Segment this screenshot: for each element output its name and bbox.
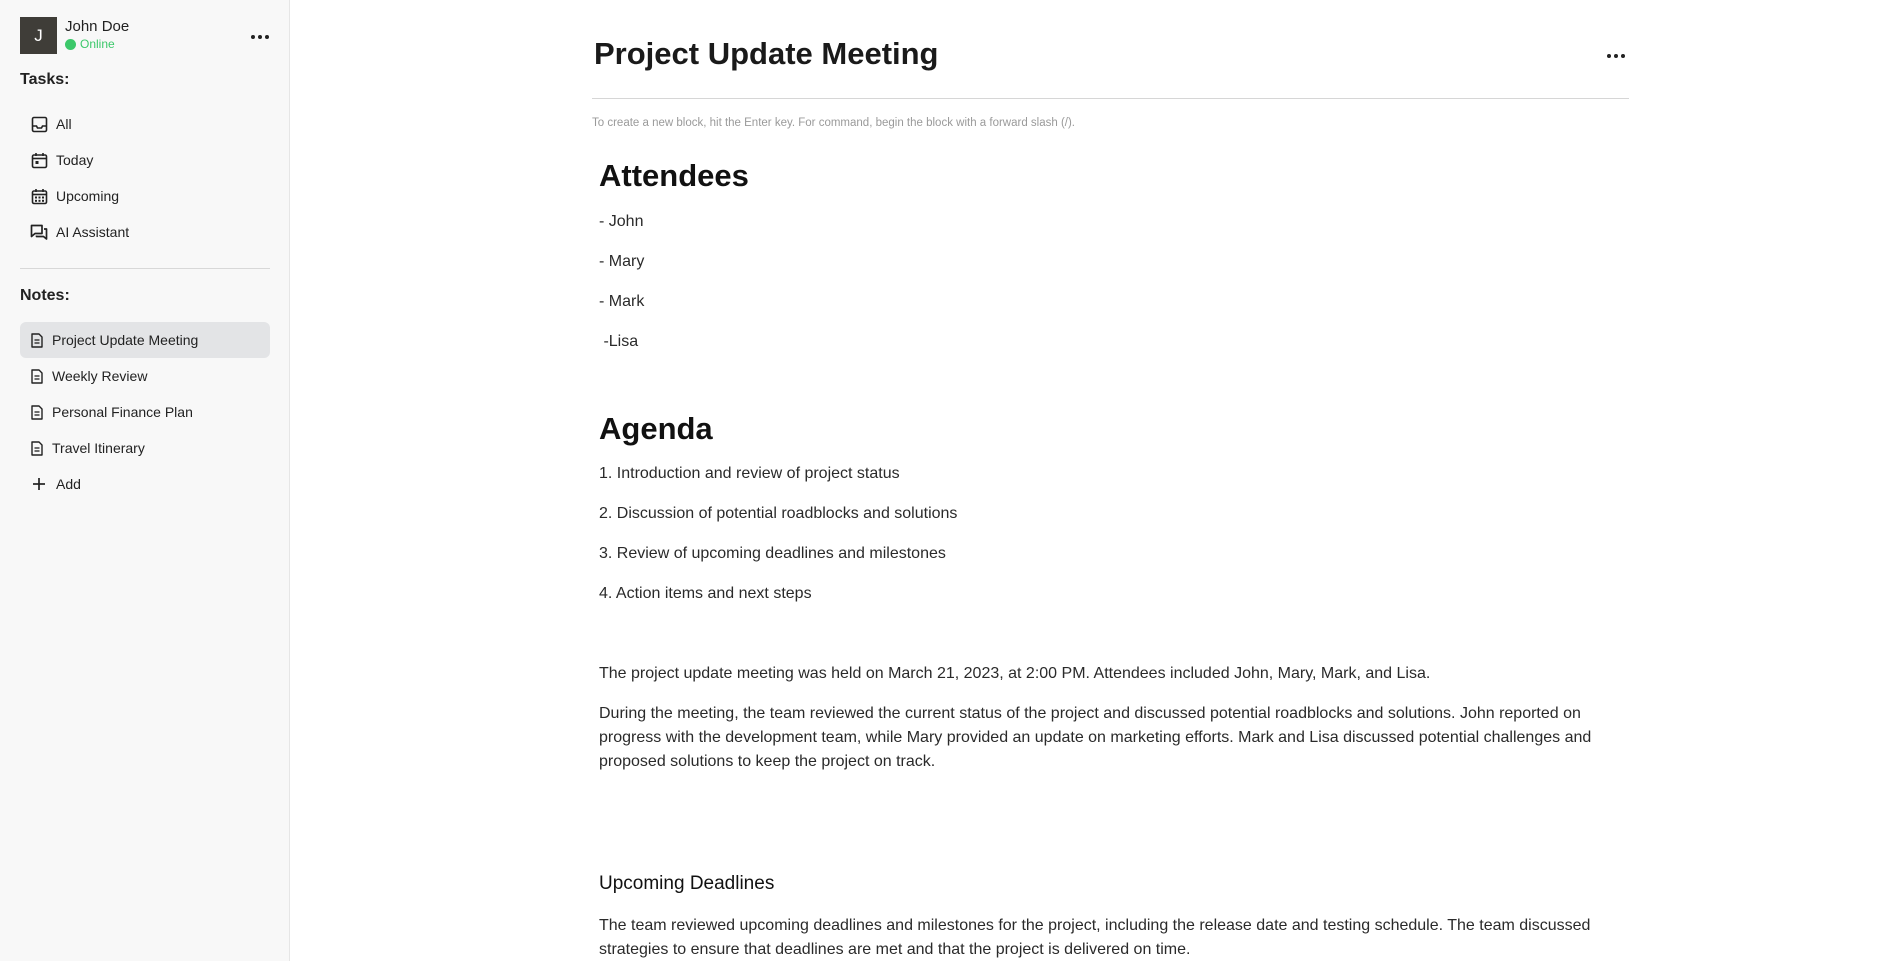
add-note-button[interactable]: Add: [20, 467, 270, 501]
attendees-heading[interactable]: Attendees: [599, 158, 749, 194]
agenda-item[interactable]: 3. Review of upcoming deadlines and mile…: [599, 542, 946, 566]
note-item-travel-itinerary[interactable]: Travel Itinerary: [20, 431, 270, 465]
sidebar-item-all[interactable]: All: [20, 107, 270, 141]
note-item-label: Weekly Review: [52, 368, 148, 384]
sidebar-item-label: All: [56, 116, 72, 132]
inbox-icon: [30, 115, 48, 133]
note-item-project-update-meeting[interactable]: Project Update Meeting: [20, 322, 270, 358]
sidebar: J John Doe Online Tasks: All Today Upcom…: [0, 0, 290, 961]
sidebar-item-label: AI Assistant: [56, 224, 130, 240]
note-item-label: Travel Itinerary: [52, 440, 145, 456]
document-more-button[interactable]: [1601, 48, 1631, 64]
user-status-label: Online: [80, 37, 115, 51]
tasks-title: Tasks:: [20, 71, 70, 88]
sidebar-item-label: Upcoming: [56, 188, 120, 204]
document-icon: [30, 403, 44, 421]
document-icon: [30, 439, 44, 457]
plus-icon: [30, 475, 48, 493]
attendee-item[interactable]: - Mark: [599, 290, 644, 314]
sidebar-item-upcoming[interactable]: Upcoming: [20, 179, 270, 213]
deadlines-heading[interactable]: Upcoming Deadlines: [599, 873, 774, 895]
document-icon: [30, 331, 44, 349]
user-name: John Doe: [65, 18, 130, 35]
note-item-label: Personal Finance Plan: [52, 404, 193, 420]
user-status: Online: [65, 37, 115, 51]
sidebar-item-today[interactable]: Today: [20, 143, 270, 177]
agenda-heading[interactable]: Agenda: [599, 411, 713, 447]
sidebar-item-label: Today: [56, 152, 94, 168]
document-icon: [30, 367, 44, 385]
sidebar-item-ai-assistant[interactable]: AI Assistant: [20, 215, 270, 249]
attendee-item[interactable]: -Lisa: [599, 330, 638, 354]
agenda-item[interactable]: 1. Introduction and review of project st…: [599, 462, 900, 486]
note-item-weekly-review[interactable]: Weekly Review: [20, 359, 270, 393]
editor-area: Project Update Meeting To create a new b…: [290, 0, 1903, 961]
add-note-label: Add: [56, 476, 81, 492]
note-item-label: Project Update Meeting: [52, 332, 199, 348]
attendee-item[interactable]: - John: [599, 210, 643, 234]
note-item-personal-finance-plan[interactable]: Personal Finance Plan: [20, 395, 270, 429]
editor-hint: To create a new block, hit the Enter key…: [592, 117, 1076, 129]
more-horizontal-icon: [1607, 54, 1625, 58]
agenda-item[interactable]: 4. Action items and next steps: [599, 582, 812, 606]
agenda-item[interactable]: 2. Discussion of potential roadblocks an…: [599, 502, 957, 526]
chat-icon: [30, 223, 48, 241]
title-divider: [592, 98, 1629, 99]
avatar[interactable]: J: [20, 17, 57, 54]
online-status-icon: [65, 38, 76, 50]
user-profile: J John Doe Online: [20, 17, 270, 55]
sidebar-divider: [20, 268, 270, 269]
calendar-day-icon: [30, 151, 48, 169]
page-title[interactable]: Project Update Meeting: [594, 36, 939, 72]
summary-paragraph[interactable]: The project update meeting was held on M…: [599, 662, 1599, 686]
deadlines-paragraph[interactable]: The team reviewed upcoming deadlines and…: [599, 914, 1609, 962]
notes-title: Notes:: [20, 287, 70, 304]
calendar-grid-icon: [30, 187, 48, 205]
discussion-paragraph[interactable]: During the meeting, the team reviewed th…: [599, 702, 1599, 774]
more-horizontal-icon: [251, 35, 269, 39]
attendee-item[interactable]: - Mary: [599, 250, 644, 274]
user-more-button[interactable]: [245, 29, 275, 45]
